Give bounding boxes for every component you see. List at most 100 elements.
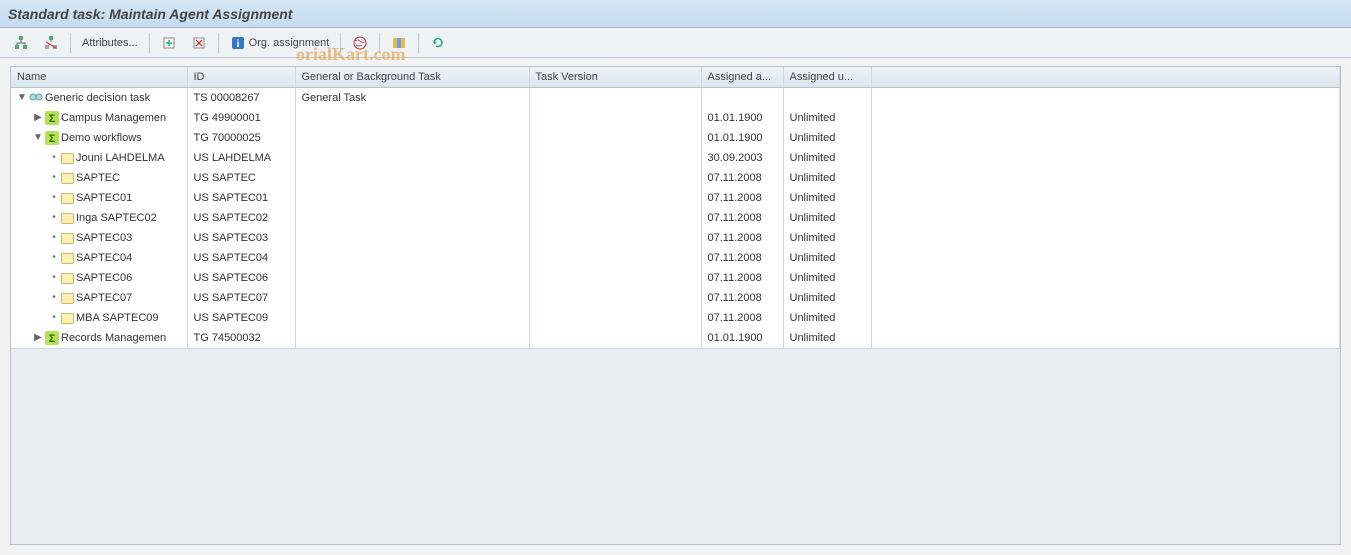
table-row[interactable]: •SAPTEC06US SAPTEC0607.11.2008Unlimited <box>11 268 1340 288</box>
org-assignment-label: Org. assignment <box>249 37 330 49</box>
row-version <box>529 108 701 128</box>
table-row[interactable]: •SAPTEC03US SAPTEC0307.11.2008Unlimited <box>11 228 1340 248</box>
table-row[interactable]: ▶ΣRecords ManagemenTG 7450003201.01.1900… <box>11 328 1340 348</box>
row-id: US SAPTEC <box>187 168 295 188</box>
row-rest <box>871 168 1340 188</box>
row-version <box>529 308 701 328</box>
col-header-assigned-as[interactable]: Assigned a... <box>701 67 783 88</box>
tree-expander[interactable]: • <box>49 270 59 286</box>
row-name: Records Managemen <box>61 330 166 346</box>
row-version <box>529 228 701 248</box>
row-assigned-as: 30.09.2003 <box>701 148 783 168</box>
row-version <box>529 328 701 348</box>
table-row[interactable]: •MBA SAPTEC09US SAPTEC0907.11.2008Unlimi… <box>11 308 1340 328</box>
sever-link-button[interactable] <box>38 32 64 54</box>
toolbar: Attributes... i Org. assignment <box>0 28 1351 58</box>
tree-expander[interactable]: ▶ <box>33 330 43 346</box>
col-header-task[interactable]: General or Background Task <box>295 67 529 88</box>
grid-container: Name ID General or Background Task Task … <box>10 66 1341 545</box>
table-row[interactable]: •SAPTEC01US SAPTEC0107.11.2008Unlimited <box>11 188 1340 208</box>
row-task <box>295 288 529 308</box>
row-id: US SAPTEC01 <box>187 188 295 208</box>
create-icon <box>161 35 177 51</box>
row-task <box>295 328 529 348</box>
row-assigned-until: Unlimited <box>783 268 871 288</box>
delete-button[interactable] <box>186 32 212 54</box>
row-task <box>295 208 529 228</box>
row-rest <box>871 88 1340 109</box>
row-rest <box>871 308 1340 328</box>
create-agent-assignment-button[interactable] <box>156 32 182 54</box>
row-id: TG 74500032 <box>187 328 295 348</box>
hierarchy-icon <box>13 35 29 51</box>
tree-expander[interactable]: • <box>49 210 59 226</box>
svg-text:i: i <box>236 39 239 50</box>
world-button[interactable] <box>347 32 373 54</box>
tree-expander[interactable]: • <box>49 230 59 246</box>
row-name: SAPTEC03 <box>76 230 132 246</box>
row-task <box>295 128 529 148</box>
row-assigned-until: Unlimited <box>783 308 871 328</box>
row-assigned-as: 01.01.1900 <box>701 128 783 148</box>
user-box-icon <box>61 153 74 164</box>
title-bar: Standard task: Maintain Agent Assignment <box>0 0 1351 28</box>
row-version <box>529 268 701 288</box>
row-id: US LAHDELMA <box>187 148 295 168</box>
col-header-version[interactable]: Task Version <box>529 67 701 88</box>
col-header-id[interactable]: ID <box>187 67 295 88</box>
tree-expander[interactable]: • <box>49 310 59 326</box>
row-task <box>295 148 529 168</box>
org-assignment-button[interactable]: i Org. assignment <box>225 32 335 54</box>
row-name: Campus Managemen <box>61 110 166 126</box>
table-row[interactable]: •SAPTEC04US SAPTEC0407.11.2008Unlimited <box>11 248 1340 268</box>
table-row[interactable]: •SAPTECUS SAPTEC07.11.2008Unlimited <box>11 168 1340 188</box>
row-version <box>529 248 701 268</box>
row-id: US SAPTEC03 <box>187 228 295 248</box>
row-rest <box>871 208 1340 228</box>
row-rest <box>871 328 1340 348</box>
sever-icon <box>43 35 59 51</box>
row-name: Inga SAPTEC02 <box>76 210 157 226</box>
hierarchy-button[interactable] <box>8 32 34 54</box>
sigma-icon: Σ <box>45 111 59 125</box>
user-box-icon <box>61 273 74 284</box>
tree-expander[interactable]: • <box>49 250 59 266</box>
table-row[interactable]: •SAPTEC07US SAPTEC0707.11.2008Unlimited <box>11 288 1340 308</box>
row-task <box>295 228 529 248</box>
refresh-button[interactable] <box>425 32 451 54</box>
row-name: Demo workflows <box>61 130 142 146</box>
row-name: MBA SAPTEC09 <box>76 310 159 326</box>
row-name: Generic decision task <box>45 90 150 106</box>
row-task <box>295 308 529 328</box>
row-assigned-as: 07.11.2008 <box>701 268 783 288</box>
tree-expander[interactable]: • <box>49 190 59 206</box>
tree-expander[interactable]: ▼ <box>17 90 27 106</box>
row-task: General Task <box>295 88 529 109</box>
row-assigned-until: Unlimited <box>783 288 871 308</box>
table-row[interactable]: ▼ Generic decision task TS 00008267General… <box>11 88 1340 109</box>
row-id: TS 00008267 <box>187 88 295 109</box>
tree-expander[interactable]: • <box>49 290 59 306</box>
row-assigned-until <box>783 88 871 109</box>
tree-expander[interactable]: • <box>49 150 59 166</box>
world-icon <box>352 35 368 51</box>
row-assigned-as: 07.11.2008 <box>701 248 783 268</box>
table-row[interactable]: ▼ΣDemo workflowsTG 7000002501.01.1900Unl… <box>11 128 1340 148</box>
row-task <box>295 108 529 128</box>
agent-assignment-table[interactable]: Name ID General or Background Task Task … <box>11 67 1340 348</box>
tree-expander[interactable]: • <box>49 170 59 186</box>
tree-expander[interactable]: ▼ <box>33 130 43 146</box>
col-header-name[interactable]: Name <box>11 67 187 88</box>
row-name: SAPTEC07 <box>76 290 132 306</box>
col-header-assigned-until[interactable]: Assigned u... <box>783 67 871 88</box>
row-id: US SAPTEC07 <box>187 288 295 308</box>
attributes-button[interactable]: Attributes... <box>77 32 143 54</box>
row-id: US SAPTEC02 <box>187 208 295 228</box>
tree-expander[interactable]: ▶ <box>33 110 43 126</box>
columns-config-button[interactable] <box>386 32 412 54</box>
table-row[interactable]: •Jouni LAHDELMAUS LAHDELMA30.09.2003Unli… <box>11 148 1340 168</box>
row-assigned-as: 07.11.2008 <box>701 188 783 208</box>
table-row[interactable]: ▶ΣCampus ManagemenTG 4990000101.01.1900U… <box>11 108 1340 128</box>
table-row[interactable]: •Inga SAPTEC02US SAPTEC0207.11.2008Unlim… <box>11 208 1340 228</box>
row-assigned-until: Unlimited <box>783 128 871 148</box>
